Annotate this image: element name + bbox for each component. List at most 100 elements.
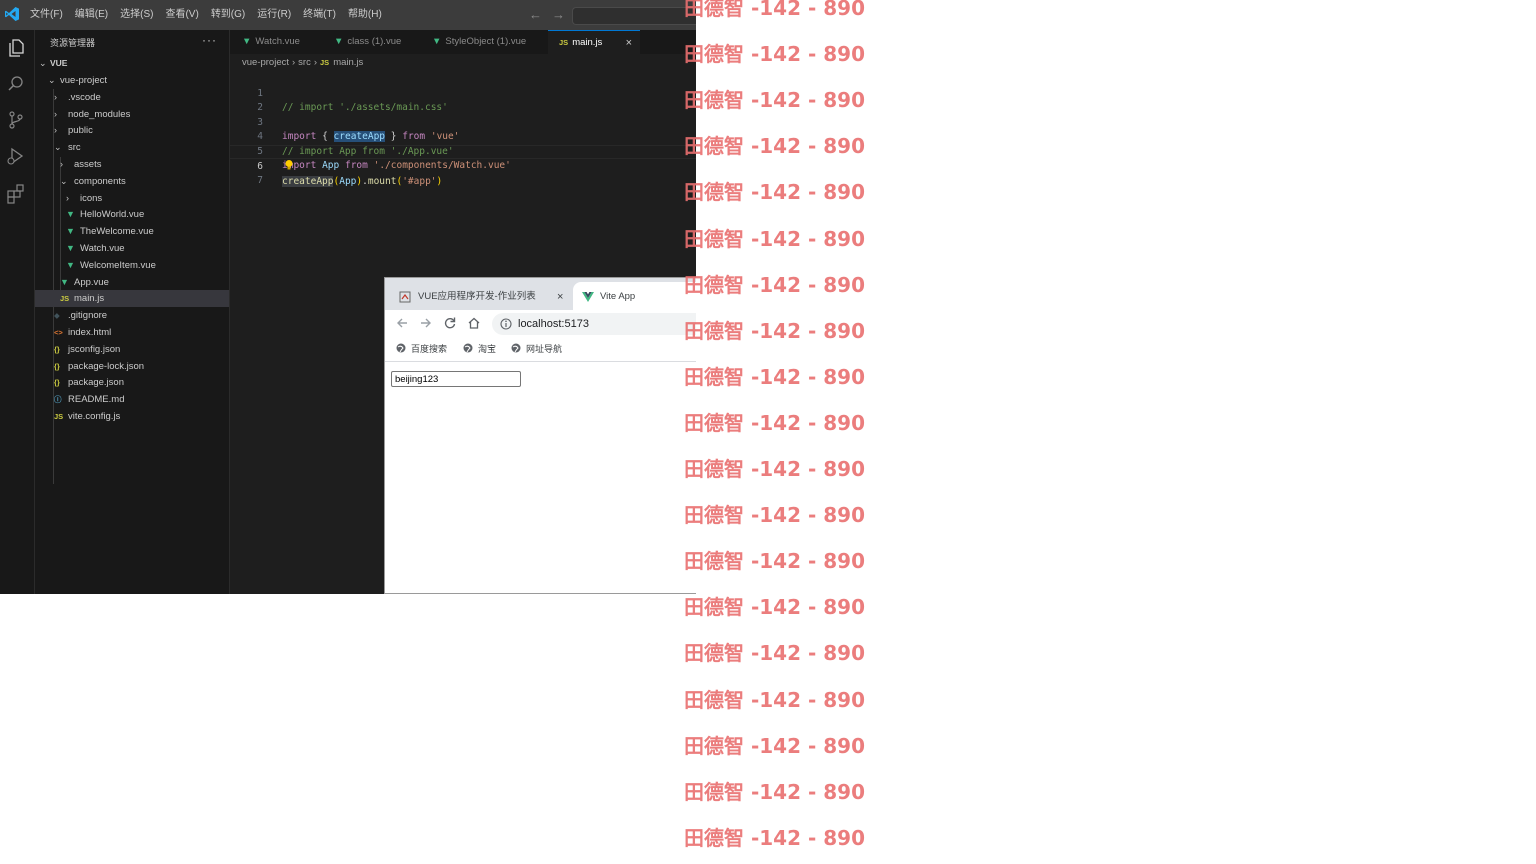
workspace-header[interactable]: ⌄ VUE bbox=[35, 55, 229, 72]
tree-item[interactable]: › .vscode bbox=[35, 89, 229, 106]
breadcrumb-folder[interactable]: src bbox=[298, 57, 311, 68]
menu-view[interactable]: 查看(V) bbox=[159, 0, 204, 30]
watermark-text: 田德智 -142 - 890 bbox=[684, 0, 865, 20]
bookmarks-bar: 百度搜索 淘宝 网址导航 bbox=[385, 338, 696, 362]
tree-item[interactable]: ▼ WelcomeItem.vue bbox=[35, 257, 229, 274]
tree-item[interactable]: ⓘ README.md bbox=[35, 391, 229, 408]
tree-item[interactable]: › assets bbox=[35, 156, 229, 173]
menu-terminal[interactable]: 终端(T) bbox=[297, 0, 342, 30]
close-icon[interactable]: × bbox=[626, 31, 632, 55]
tab-label: class (1).vue bbox=[347, 36, 402, 47]
menu-go[interactable]: 转到(G) bbox=[205, 0, 251, 30]
html-file-icon: <> bbox=[54, 328, 63, 337]
command-center[interactable] bbox=[572, 7, 696, 25]
tree-item[interactable]: ▼ Watch.vue bbox=[35, 240, 229, 257]
lightbulb-icon[interactable] bbox=[284, 159, 294, 171]
tree-item[interactable]: ⌄ vue-project bbox=[35, 72, 229, 89]
watermark-text: 田德智 -142 - 890 bbox=[684, 457, 865, 481]
breadcrumb-file[interactable]: main.js bbox=[333, 57, 363, 68]
forward-icon[interactable] bbox=[419, 316, 433, 330]
menu-selection[interactable]: 选择(S) bbox=[114, 0, 159, 30]
info-file-icon: ⓘ bbox=[54, 395, 62, 405]
browser-tab-vite-app[interactable]: Vite App bbox=[573, 282, 696, 310]
tree-item[interactable]: ⌄ src bbox=[35, 139, 229, 156]
reload-icon[interactable] bbox=[443, 316, 457, 330]
browser-tab-assignments[interactable]: VUE应用程序开发-作业列表 × bbox=[391, 284, 573, 310]
tree-item[interactable]: › icons bbox=[35, 190, 229, 207]
breadcrumb: vue-project › src › JS main.js bbox=[242, 57, 363, 68]
url-text: localhost:5173 bbox=[518, 318, 589, 330]
tree-item-label: vue-project bbox=[60, 75, 107, 86]
chevron-down-icon: ⌄ bbox=[39, 58, 47, 68]
tree-item-label: .gitignore bbox=[68, 310, 108, 322]
address-bar[interactable]: localhost:5173 bbox=[492, 313, 696, 335]
bookmark-taobao[interactable]: 淘宝 bbox=[463, 338, 496, 360]
tree-item[interactable]: JS vite.config.js bbox=[35, 408, 229, 425]
tree-item-label: src bbox=[68, 142, 81, 154]
back-icon[interactable] bbox=[395, 316, 409, 330]
tab-watch-vue[interactable]: ▼ Watch.vue bbox=[230, 30, 322, 54]
editor-tabs: ▼ Watch.vue ▼ class (1).vue ▼ StyleObject (… bbox=[230, 30, 696, 54]
tree-item[interactable]: {} jsconfig.json bbox=[35, 341, 229, 358]
tree-item-label: assets bbox=[74, 159, 102, 170]
tree-item-label: components bbox=[74, 175, 126, 187]
tree-item-label: public bbox=[68, 125, 93, 137]
extensions-icon[interactable] bbox=[5, 183, 27, 205]
tab-main-js[interactable]: JS main.js × bbox=[548, 30, 640, 54]
tree-item[interactable]: <> index.html bbox=[35, 324, 229, 341]
home-icon[interactable] bbox=[467, 316, 481, 330]
menu-file[interactable]: 文件(F) bbox=[24, 0, 69, 30]
tab-class-vue[interactable]: ▼ class (1).vue bbox=[322, 30, 422, 54]
json-file-icon: {} bbox=[54, 378, 60, 388]
close-icon[interactable]: × bbox=[557, 284, 563, 310]
menu-edit[interactable]: 编辑(E) bbox=[69, 0, 114, 30]
watermark-text: 田德智 -142 - 890 bbox=[684, 641, 865, 666]
run-debug-icon[interactable] bbox=[5, 145, 27, 167]
activity-bar bbox=[0, 30, 35, 594]
menu-run[interactable]: 运行(R) bbox=[251, 0, 297, 30]
watermark-text: 田德智 -142 - 890 bbox=[684, 549, 865, 574]
source-control-icon[interactable] bbox=[5, 109, 27, 131]
watermark-text: 田德智 -142 - 890 bbox=[684, 733, 865, 758]
browser-tab-strip: VUE应用程序开发-作业列表 × Vite App bbox=[385, 278, 696, 310]
vue-file-icon: ▼ bbox=[334, 36, 344, 47]
watermark-text: 田德智 -142 - 890 bbox=[684, 318, 865, 343]
vscode-logo-icon bbox=[5, 7, 19, 21]
tree-item[interactable]: ▼ TheWelcome.vue bbox=[35, 223, 229, 240]
tree-item-label: index.html bbox=[68, 327, 112, 338]
explorer-more-icon[interactable]: ··· bbox=[202, 33, 217, 47]
chevron-down-icon: ⌄ bbox=[48, 75, 56, 85]
chevron-right-icon: › bbox=[292, 57, 296, 68]
vue-favicon-icon bbox=[582, 292, 594, 302]
bookmark-label: 网址导航 bbox=[526, 344, 563, 354]
bookmark-baidu[interactable]: 百度搜索 bbox=[396, 338, 447, 360]
tree-item[interactable]: JS main.js bbox=[35, 290, 229, 308]
tree-item[interactable]: › node_modules bbox=[35, 106, 229, 123]
browser-window: VUE应用程序开发-作业列表 × Vite App localhost:5173… bbox=[384, 277, 696, 594]
city-input[interactable] bbox=[391, 371, 521, 387]
js-file-icon: JS bbox=[60, 294, 70, 304]
tab-label: StyleObject (1).vue bbox=[445, 36, 527, 47]
vue-file-icon: ▼ bbox=[66, 243, 75, 253]
tree-item-label: package-lock.json bbox=[68, 360, 145, 372]
tree-item[interactable]: ⌄ components bbox=[35, 173, 229, 190]
search-icon[interactable] bbox=[5, 73, 27, 95]
back-arrow-icon[interactable]: ← bbox=[529, 7, 542, 22]
code-line: 2 bbox=[230, 87, 696, 113]
tab-styleobject-vue[interactable]: ▼ StyleObject (1).vue bbox=[422, 30, 548, 54]
explorer-files-icon[interactable] bbox=[5, 37, 27, 59]
site-info-icon[interactable] bbox=[500, 318, 512, 330]
tab-title: Vite App bbox=[600, 291, 636, 302]
tree-item[interactable]: ◆ .gitignore bbox=[35, 307, 229, 324]
tab-title: VUE应用程序开发-作业列表 bbox=[418, 291, 536, 302]
breadcrumb-folder[interactable]: vue-project bbox=[242, 57, 289, 68]
tree-item[interactable]: ▼ HelloWorld.vue bbox=[35, 206, 229, 223]
tree-item[interactable]: ▼ App.vue bbox=[35, 274, 229, 291]
tree-item[interactable]: › public bbox=[35, 122, 229, 139]
bookmark-nav[interactable]: 网址导航 bbox=[511, 338, 562, 360]
menu-help[interactable]: 帮助(H) bbox=[342, 0, 388, 30]
tree-item[interactable]: {} package-lock.json bbox=[35, 358, 229, 375]
tree-item[interactable]: {} package.json bbox=[35, 374, 229, 391]
forward-arrow-icon[interactable]: → bbox=[552, 7, 565, 22]
tree-item-label: Watch.vue bbox=[80, 243, 125, 254]
